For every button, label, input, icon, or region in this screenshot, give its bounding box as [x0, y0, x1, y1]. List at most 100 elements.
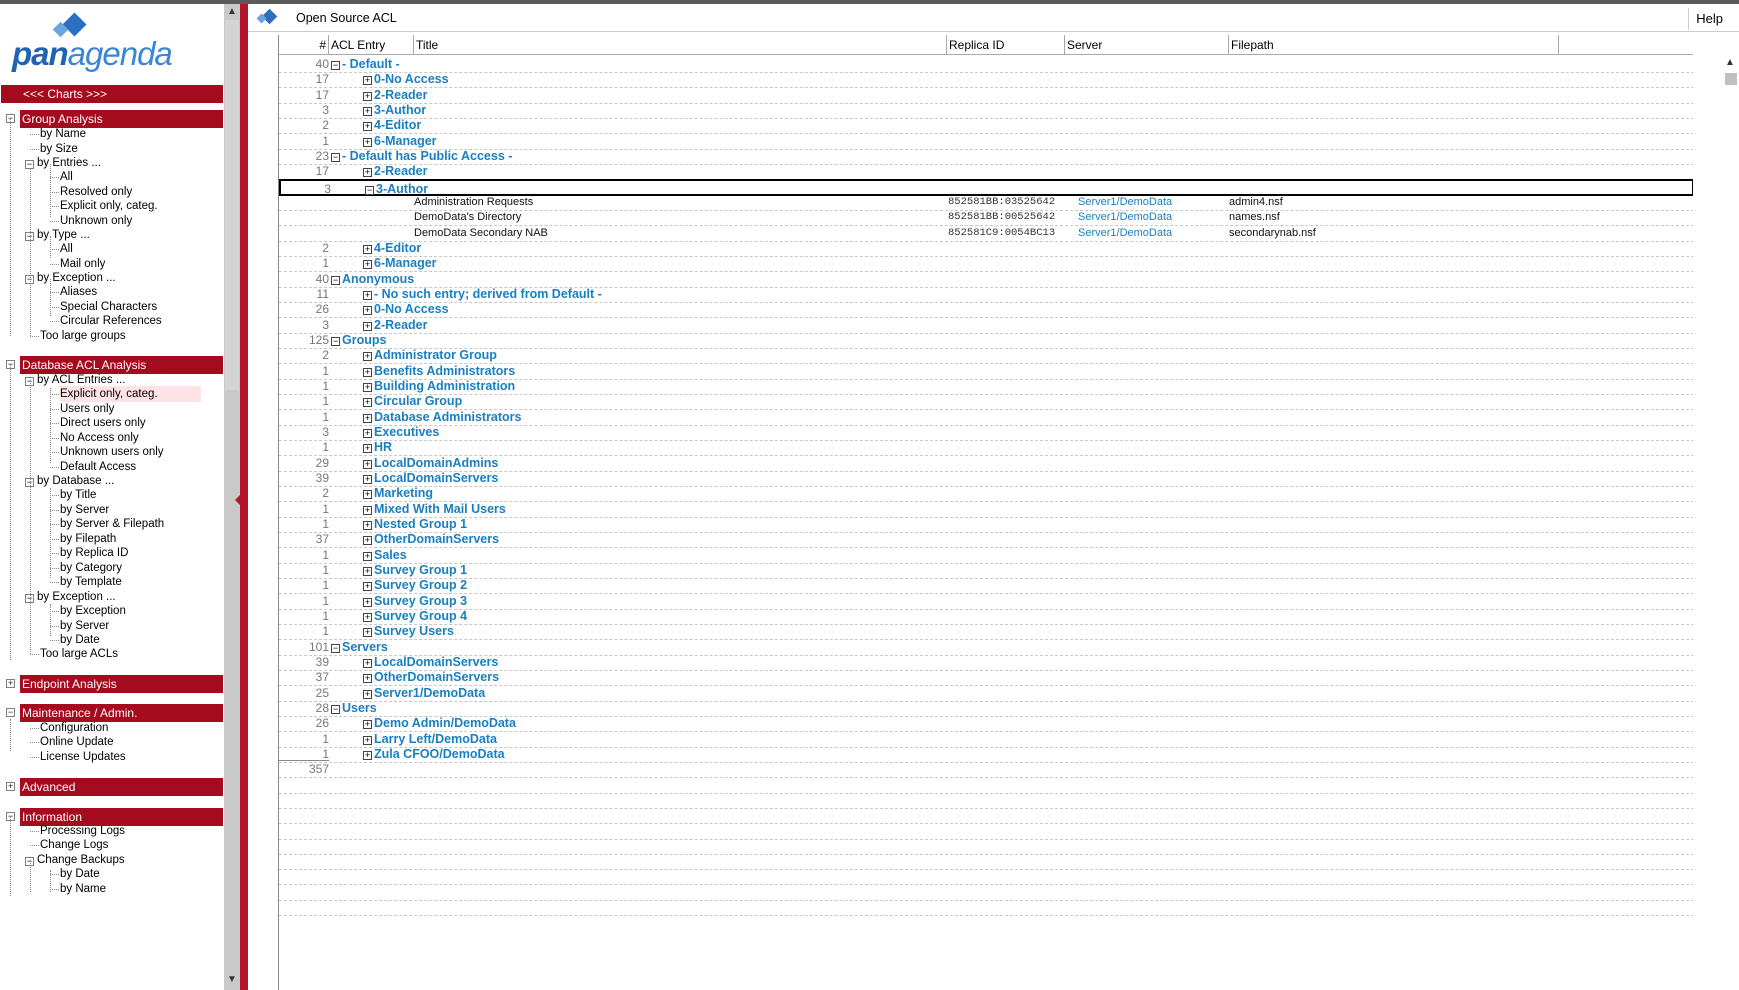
sidebar-section[interactable]: + Endpoint Analysis: [0, 675, 225, 693]
scroll-up-icon[interactable]: ▲: [224, 6, 240, 20]
expand-icon[interactable]: +: [363, 567, 372, 576]
category-row[interactable]: 17 +0-No Access: [279, 71, 1693, 88]
expand-icon[interactable]: +: [363, 690, 372, 699]
expand-icon[interactable]: +: [363, 674, 372, 683]
sidebar-item-m-license[interactable]: License Updates: [40, 749, 126, 765]
sidebar-scroll-thumb[interactable]: [225, 20, 239, 390]
expand-icon[interactable]: +: [363, 475, 372, 484]
category-row[interactable]: 1 + Survey Group 2: [279, 577, 1693, 594]
tree-toggle-icon[interactable]: +: [6, 679, 15, 688]
expand-icon[interactable]: +: [363, 122, 372, 131]
view-scroll-thumb[interactable]: [1725, 73, 1737, 85]
collapse-icon[interactable]: −: [331, 337, 340, 346]
expand-icon[interactable]: +: [363, 659, 372, 668]
category-row[interactable]: 2 + Marketing: [279, 485, 1693, 502]
expand-icon[interactable]: +: [363, 383, 372, 392]
expand-icon[interactable]: +: [363, 490, 372, 499]
expand-icon[interactable]: +: [363, 460, 372, 469]
sidebar-item-i-bk-name[interactable]: by Name: [60, 881, 106, 897]
expand-icon[interactable]: +: [363, 598, 372, 607]
collapse-icon[interactable]: −: [331, 644, 340, 653]
expand-icon[interactable]: +: [363, 306, 372, 315]
expand-icon[interactable]: +: [363, 613, 372, 622]
collapse-icon[interactable]: −: [331, 705, 340, 714]
sidebar-item-g-too-large[interactable]: Too large groups: [40, 328, 126, 344]
expand-icon[interactable]: +: [363, 291, 372, 300]
category-row[interactable]: 1 + HR: [279, 439, 1693, 456]
col-number[interactable]: #: [279, 35, 329, 55]
category-row[interactable]: 1 + Circular Group: [279, 393, 1693, 410]
category-row[interactable]: 2 + Administrator Group: [279, 347, 1693, 364]
sidebar-section[interactable]: − Group Analysis: [0, 110, 225, 128]
expand-icon[interactable]: +: [363, 322, 372, 331]
category-row[interactable]: 1 +6-Manager: [279, 255, 1693, 272]
scroll-down-icon[interactable]: ▼: [224, 974, 240, 988]
sidebar-section-label[interactable]: Advanced: [20, 778, 223, 796]
panel-divider[interactable]: [235, 4, 248, 990]
sidebar-item-g-exc-circular[interactable]: Circular References: [60, 313, 162, 329]
expand-icon[interactable]: +: [363, 536, 372, 545]
category-row[interactable]: 26 +0-No Access: [279, 301, 1693, 318]
expand-icon[interactable]: +: [363, 552, 372, 561]
sidebar-item-d-db-title[interactable]: by Title: [60, 487, 96, 503]
sidebar-item-d-acl-unknown[interactable]: Unknown users only: [60, 444, 164, 460]
expand-icon[interactable]: +: [363, 107, 372, 116]
sidebar-item-d-acl-direct[interactable]: Direct users only: [60, 415, 146, 431]
sidebar-item-g-entries-explicit[interactable]: Explicit only, categ.: [60, 198, 158, 214]
expand-icon[interactable]: +: [363, 444, 372, 453]
sidebar-item-d-db-replica[interactable]: by Replica ID: [60, 545, 128, 561]
expand-icon[interactable]: +: [363, 138, 372, 147]
sidebar-item-g-by-type[interactable]: − by Type ...: [25, 227, 90, 243]
sidebar-item-d-too-large[interactable]: Too large ACLs: [40, 646, 118, 662]
expand-icon[interactable]: +: [363, 92, 372, 101]
sidebar-item-g-exc-aliases[interactable]: Aliases: [60, 284, 97, 300]
sidebar-item-d-db-template[interactable]: by Template: [60, 574, 122, 590]
category-row[interactable]: 37 + OtherDomainServers: [279, 669, 1693, 686]
collapse-icon[interactable]: −: [331, 153, 340, 162]
col-title[interactable]: Title: [414, 35, 947, 55]
col-replica-id[interactable]: Replica ID: [947, 35, 1065, 55]
view-scrollbar[interactable]: ▲: [1722, 55, 1739, 990]
collapse-icon[interactable]: −: [331, 61, 340, 70]
expand-icon[interactable]: +: [363, 751, 372, 760]
expand-icon[interactable]: +: [363, 582, 372, 591]
expand-icon[interactable]: +: [363, 720, 372, 729]
charts-button[interactable]: <<< Charts >>>: [1, 85, 223, 103]
expand-icon[interactable]: +: [363, 736, 372, 745]
collapse-arrow-icon[interactable]: [235, 494, 241, 506]
sidebar-item-i-bk-date[interactable]: by Date: [60, 866, 100, 882]
expand-icon[interactable]: +: [363, 76, 372, 85]
col-filepath[interactable]: Filepath: [1229, 35, 1559, 55]
tree-toggle-icon[interactable]: −: [6, 708, 15, 717]
expand-icon[interactable]: +: [363, 506, 372, 515]
collapse-icon[interactable]: −: [331, 276, 340, 285]
expand-icon[interactable]: +: [363, 521, 372, 530]
expand-icon[interactable]: +: [363, 260, 372, 269]
document-row[interactable]: DemoData's Directory 852581BB:00525642 Ser…: [279, 209, 1693, 226]
category-row[interactable]: 17 +2-Reader: [279, 163, 1693, 180]
server-link[interactable]: Server1/DemoData: [1078, 209, 1172, 225]
total-row[interactable]: 357: [279, 761, 1693, 778]
col-acl-entry[interactable]: ACL Entry: [329, 35, 414, 55]
sidebar-item-g-by-name[interactable]: by Name: [40, 126, 86, 142]
sidebar-item-d-acl-explicit[interactable]: Explicit only, categ.: [60, 386, 201, 402]
sidebar-item-d-exc-exception[interactable]: by Exception: [60, 603, 126, 619]
expand-icon[interactable]: +: [363, 628, 372, 637]
expand-icon[interactable]: +: [363, 352, 372, 361]
expand-icon[interactable]: +: [363, 245, 372, 254]
category-row[interactable]: 37 + OtherDomainServers: [279, 531, 1693, 548]
expand-icon[interactable]: +: [363, 168, 372, 177]
sidebar-item-m-online[interactable]: Online Update: [40, 734, 114, 750]
sidebar-item-g-type-all[interactable]: All: [60, 241, 73, 257]
category-row[interactable]: 26 + Demo Admin/DemoData: [279, 715, 1693, 732]
sidebar-section-label[interactable]: Endpoint Analysis: [20, 675, 223, 693]
sidebar-item-i-change[interactable]: Change Logs: [40, 837, 108, 853]
expand-icon[interactable]: +: [363, 414, 372, 423]
sidebar-item-d-db-server-fp[interactable]: by Server & Filepath: [60, 516, 164, 532]
server-link[interactable]: Server1/DemoData: [1078, 194, 1172, 210]
category-row[interactable]: 2 +4-Editor: [279, 117, 1693, 134]
expand-icon[interactable]: +: [363, 368, 372, 377]
scroll-up-icon[interactable]: ▲: [1725, 57, 1735, 68]
col-server[interactable]: Server: [1065, 35, 1229, 55]
expand-icon[interactable]: +: [363, 429, 372, 438]
